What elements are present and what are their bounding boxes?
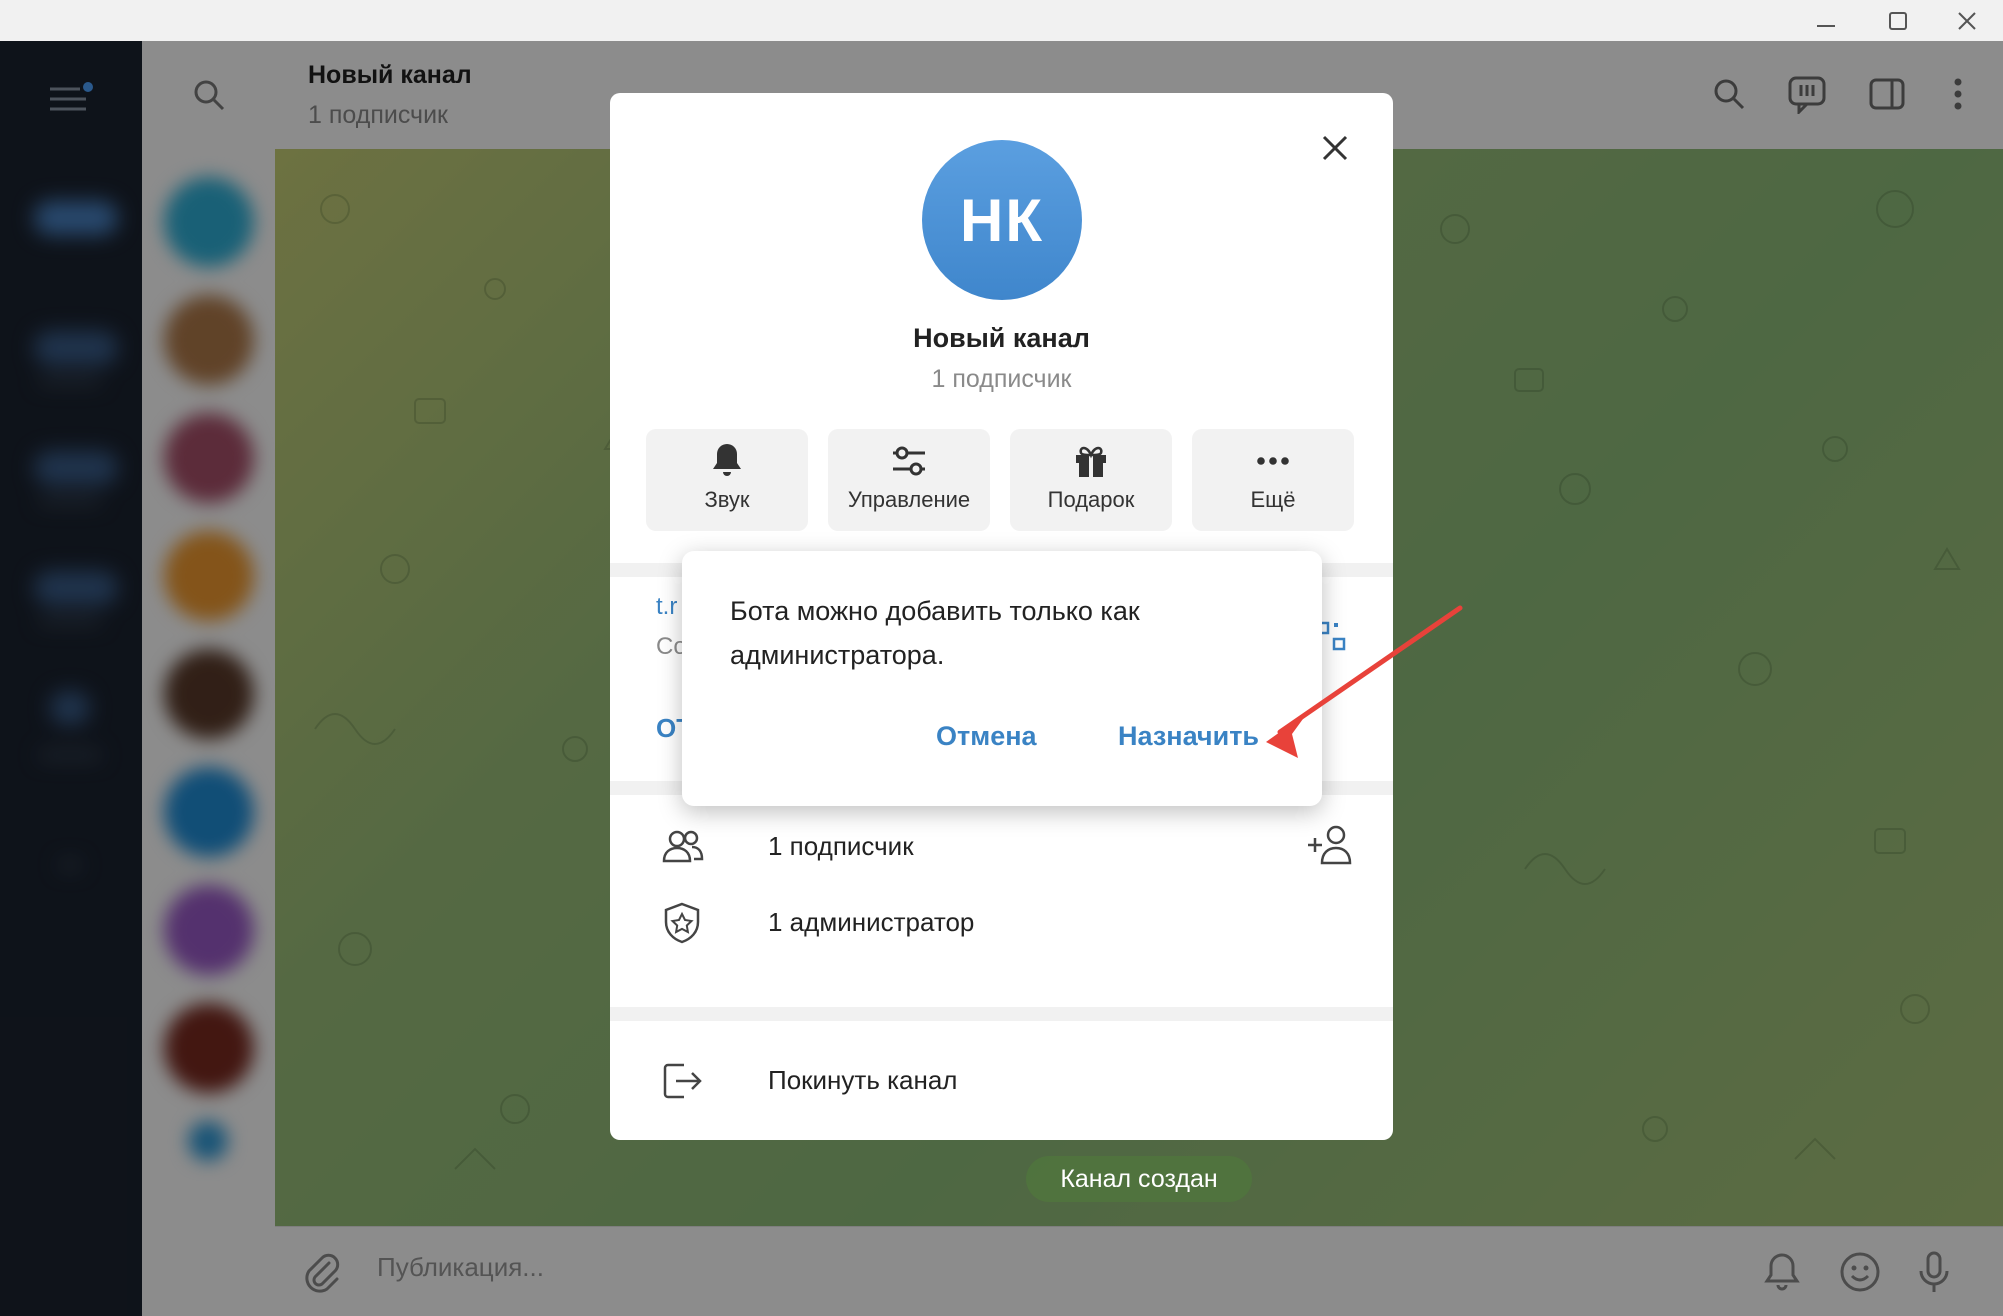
annotation-arrow — [1266, 605, 1463, 758]
confirm-dialog: Бота можно добавить только как администр… — [682, 551, 1322, 806]
users-icon — [660, 825, 704, 869]
bell-icon — [646, 441, 808, 481]
window-titlebar — [0, 0, 2003, 41]
channel-avatar[interactable]: НК — [922, 140, 1082, 300]
sliders-icon — [828, 441, 990, 481]
minimize-icon[interactable] — [1790, 0, 1862, 41]
cancel-button[interactable]: Отмена — [936, 721, 1037, 752]
service-message: Канал создан — [1026, 1156, 1252, 1202]
admins-row[interactable]: 1 администратор — [610, 885, 1393, 955]
more-label: Ещё — [1250, 487, 1296, 512]
leave-icon — [660, 1059, 704, 1103]
assign-button[interactable]: Назначить — [1118, 721, 1259, 752]
gift-icon — [1010, 441, 1172, 481]
leave-channel-label: Покинуть канал — [768, 1065, 958, 1095]
shield-star-icon — [660, 901, 704, 945]
sound-button[interactable]: Звук — [646, 429, 808, 531]
more-horizontal-icon — [1192, 441, 1354, 481]
add-subscriber-icon[interactable] — [1306, 823, 1356, 867]
panel-divider — [610, 1007, 1393, 1021]
invite-link[interactable]: t.r — [656, 593, 677, 621]
subscribers-label: 1 подписчик — [768, 831, 914, 861]
dialog-message: Бота можно добавить только как администр… — [730, 596, 1140, 670]
close-icon[interactable] — [1310, 123, 1360, 173]
admins-label: 1 администратор — [768, 907, 975, 937]
gift-label: Подарок — [1047, 487, 1135, 512]
leave-channel-row[interactable]: Покинуть канал — [610, 1043, 1393, 1113]
manage-button[interactable]: Управление — [828, 429, 990, 531]
channel-subscribers: 1 подписчик — [931, 365, 1072, 393]
sound-label: Звук — [704, 487, 750, 512]
close-icon[interactable] — [1931, 0, 2003, 41]
manage-label: Управление — [847, 487, 971, 512]
maximize-icon[interactable] — [1862, 0, 1934, 41]
gift-button[interactable]: Подарок — [1010, 429, 1172, 531]
subscribers-row[interactable]: 1 подписчик — [610, 809, 1393, 879]
more-button[interactable]: Ещё — [1192, 429, 1354, 531]
channel-name: Новый канал — [913, 323, 1090, 353]
